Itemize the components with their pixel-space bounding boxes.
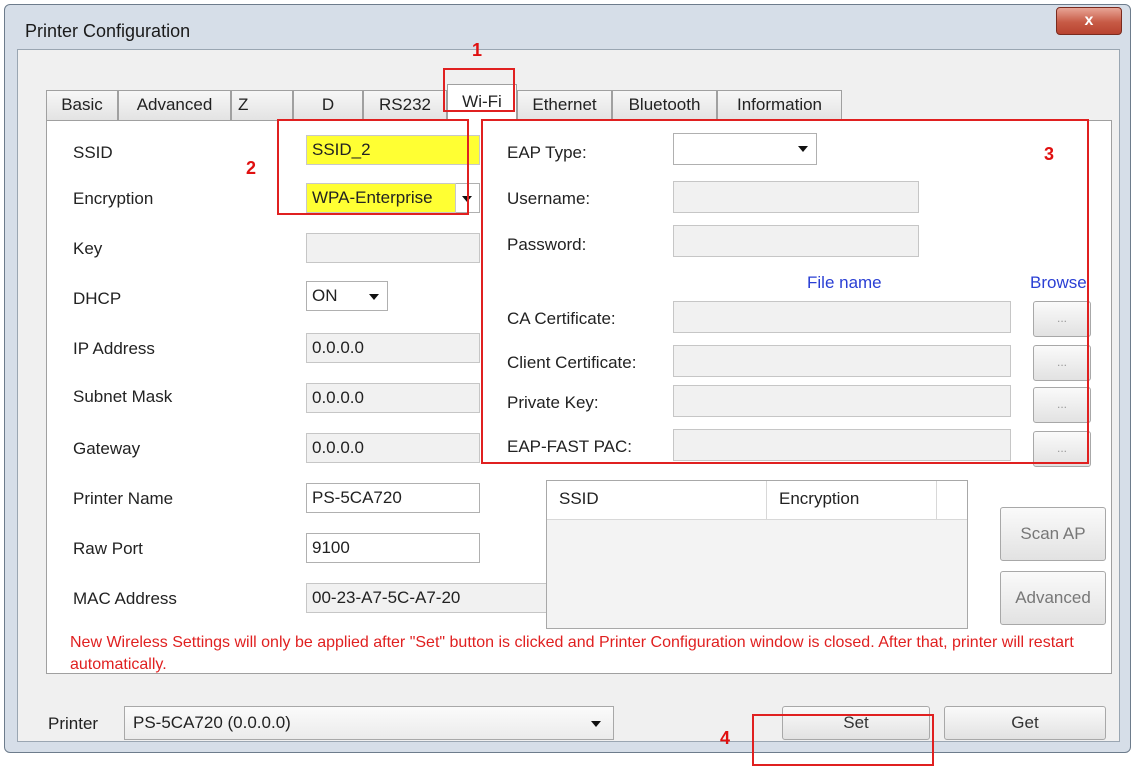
ip-address-label: IP Address [73, 339, 155, 358]
raw-port-label: Raw Port [73, 539, 143, 558]
subnet-mask-input[interactable]: 0.0.0.0 [306, 383, 480, 413]
key-input[interactable] [306, 233, 480, 263]
client-certificate-input[interactable] [673, 345, 1011, 377]
client-certificate-label: Client Certificate: [507, 353, 637, 372]
annotation-number-2: 2 [246, 158, 257, 178]
key-label: Key [73, 239, 103, 258]
password-label: Password: [507, 235, 587, 254]
browse-header: Browse [1030, 273, 1087, 292]
username-input[interactable] [673, 181, 919, 213]
gateway-input[interactable]: 0.0.0.0 [306, 433, 480, 463]
tab-information[interactable]: Information [717, 90, 842, 120]
tab-bluetooth[interactable]: Bluetooth [612, 90, 717, 120]
printer-label: Printer [48, 714, 99, 733]
window-title: Printer Configuration [25, 21, 191, 41]
printer-select-value: PS-5CA720 (0.0.0.0) [133, 713, 291, 732]
ap-list-header: SSID Encryption [547, 481, 967, 520]
tab-d[interactable]: D [293, 90, 363, 120]
private-key-label: Private Key: [507, 393, 599, 412]
printer-name-label: Printer Name [73, 489, 174, 508]
printer-name-input[interactable]: PS-5CA720 [306, 483, 480, 513]
password-input[interactable] [673, 225, 919, 257]
chevron-down-icon [591, 721, 601, 727]
printer-select[interactable]: PS-5CA720 (0.0.0.0) [124, 706, 614, 740]
eap-fast-pac-input[interactable] [673, 429, 1011, 461]
wireless-settings-notice: New Wireless Settings will only be appli… [70, 634, 1074, 673]
dhcp-select[interactable]: ON [306, 281, 388, 311]
eap-type-select[interactable] [673, 133, 817, 165]
encryption-label: Encryption [73, 189, 154, 208]
tab-advanced[interactable]: Advanced [118, 90, 231, 120]
username-label: Username: [507, 189, 591, 208]
tab-z[interactable]: Z [231, 90, 293, 120]
tab-wifi[interactable]: Wi-Fi [447, 84, 517, 121]
column-ssid[interactable]: SSID [547, 481, 767, 519]
ap-list[interactable]: SSID Encryption [546, 480, 968, 629]
eap-fast-pac-label: EAP-FAST PAC: [507, 437, 633, 456]
chevron-down-icon [798, 146, 808, 152]
tab-basic[interactable]: Basic [46, 90, 118, 120]
subnet-mask-label: Subnet Mask [73, 387, 173, 406]
tab-ethernet[interactable]: Ethernet [517, 90, 612, 120]
advanced-button[interactable]: Advanced [1000, 571, 1106, 625]
tab-rs232[interactable]: RS232 [363, 90, 447, 120]
private-key-input[interactable] [673, 385, 1011, 417]
gateway-label: Gateway [73, 439, 141, 458]
private-key-browse-button[interactable]: ... [1033, 387, 1091, 423]
close-icon: x [1084, 12, 1094, 29]
scan-ap-button[interactable]: Scan AP [1000, 507, 1106, 561]
ca-certificate-browse-button[interactable]: ... [1033, 301, 1091, 337]
ip-address-input[interactable]: 0.0.0.0 [306, 333, 480, 363]
ssid-label: SSID [73, 143, 113, 162]
chevron-down-icon [462, 196, 472, 202]
annotation-number-1: 1 [472, 40, 483, 60]
ca-certificate-input[interactable] [673, 301, 1011, 333]
encryption-dropdown-button[interactable] [456, 183, 480, 213]
close-button[interactable]: x [1056, 7, 1122, 35]
column-encryption[interactable]: Encryption [767, 481, 937, 519]
encryption-select[interactable]: WPA-Enterprise [306, 183, 456, 213]
dialog-client-area: Basic Advanced Z D RS232 Wi-Fi Ethernet … [17, 49, 1120, 742]
eap-fast-pac-browse-button[interactable]: ... [1033, 431, 1091, 467]
ca-certificate-label: CA Certificate: [507, 309, 616, 328]
client-certificate-browse-button[interactable]: ... [1033, 345, 1091, 381]
get-button[interactable]: Get [944, 706, 1106, 740]
mac-address-field: 00-23-A7-5C-A7-20 [306, 583, 548, 613]
dhcp-value: ON [312, 286, 338, 305]
annotation-number-4: 4 [720, 728, 731, 748]
chevron-down-icon [369, 294, 379, 300]
raw-port-input[interactable]: 9100 [306, 533, 480, 563]
mac-address-label: MAC Address [73, 589, 177, 608]
dhcp-label: DHCP [73, 289, 122, 308]
file-name-header: File name [807, 273, 882, 292]
eap-type-label: EAP Type: [507, 143, 587, 162]
set-button[interactable]: Set [782, 706, 930, 740]
printer-configuration-window: Printer Configuration x Basic Advanced Z… [4, 4, 1131, 753]
ssid-input[interactable]: SSID_2 [306, 135, 480, 165]
annotation-number-3: 3 [1044, 144, 1055, 164]
